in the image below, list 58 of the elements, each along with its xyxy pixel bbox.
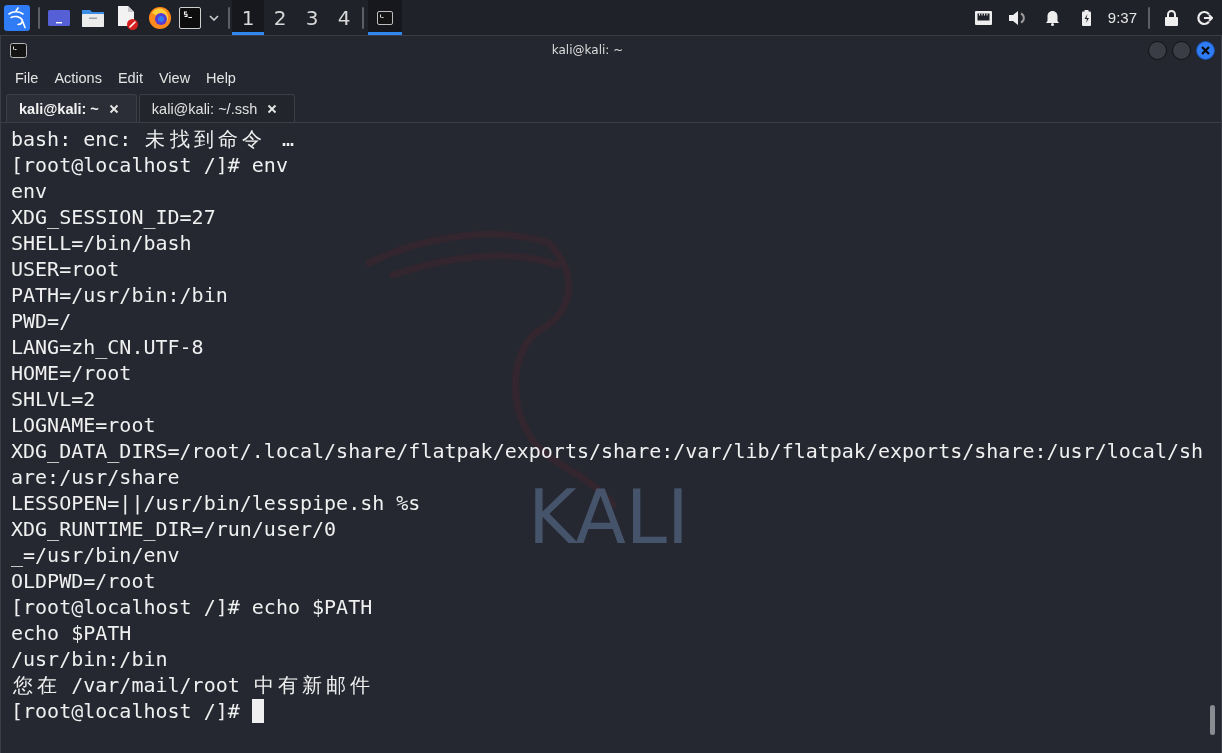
workspace-button[interactable]: 2 [264,0,296,35]
menu-item[interactable]: Edit [117,70,143,86]
wallpaper-logo-text: KALI [528,480,689,554]
window-title: kali@kali: ~ [550,43,625,57]
terminal-line: OLDPWD=/root [11,569,156,593]
terminal-tab[interactable]: kali@kali: ~/.ssh [138,94,296,122]
terminal-line: env [11,179,48,203]
document-icon[interactable] [117,5,138,30]
terminal-line: [root@localhost /]# env [11,153,288,177]
browser-icon[interactable] [149,6,171,29]
terminal-line: SHLVL=2 [11,387,96,411]
terminal-line: echo $PATH [11,621,132,645]
terminal-line: LOGNAME=root [11,413,156,437]
workspace-button[interactable]: 4 [328,0,360,35]
terminal-line: /usr/bin:/bin [11,647,168,671]
dragon-logo-icon[interactable] [4,4,30,31]
terminal-line: XDG_RUNTIME_DIR=/run/user/0 [11,517,337,541]
terminal-line: PATH=/usr/bin:/bin [11,283,228,307]
network-icon[interactable] [974,10,992,25]
close-button[interactable] [1196,40,1215,60]
terminal-line: [root@localhost /]# echo $PATH [11,595,373,619]
terminal-tab[interactable]: kali@kali: ~ [6,94,137,122]
close-icon[interactable] [108,103,119,114]
terminal-line: USER=root [11,257,120,281]
scrollbar-thumb[interactable] [1210,705,1215,735]
terminal-line: LESSOPEN=||/usr/bin/lesspipe.sh %s [11,491,421,515]
lock-icon[interactable] [1165,9,1178,26]
terminal-line: bash: enc: 未找到命令 … [11,127,295,151]
logout-icon[interactable] [1197,9,1213,26]
terminal-line: PWD=/ [11,309,72,333]
close-icon [1201,45,1210,55]
menu-item[interactable]: View [158,70,191,86]
terminal-line: XDG_SESSION_ID=27 [11,205,216,229]
terminal-line: 您在 /var/mail/root 中有新邮件 [12,673,372,697]
folder-icon[interactable] [82,8,104,27]
terminal-line: SHELL=/bin/bash [11,231,192,255]
terminal-line: LANG=zh_CN.UTF-8 [11,335,204,359]
terminal-line: [root@localhost /]# [11,699,240,723]
terminal-icon [377,10,393,25]
menu-item[interactable]: Actions [54,70,102,86]
terminal-line: _=/usr/bin/env [11,543,180,567]
battery-icon[interactable] [1081,9,1091,26]
workspace-button[interactable]: 3 [296,0,328,35]
volume-icon[interactable] [1008,9,1027,26]
menu-item[interactable]: File [15,70,39,86]
close-icon[interactable] [267,103,278,114]
menu-item[interactable]: Help [206,70,236,86]
terminal-line: are:/usr/share [11,465,180,489]
workspace-button[interactable]: 1 [232,0,264,35]
task-button[interactable] [368,0,402,35]
terminal-line: XDG_DATA_DIRS=/root/.local/share/flatpak/exports/share:/var/lib/flatpak/exports/share:/usr/local/sh [11,439,1204,463]
clock[interactable]: 9:37 [1107,9,1137,26]
terminal-icon[interactable] [179,6,201,29]
terminal-icon [10,42,27,58]
terminal-line: HOME=/root [11,361,132,385]
desktop-icon[interactable] [48,9,70,26]
bell-icon[interactable] [1044,9,1060,26]
chevron-down-icon[interactable] [209,14,219,21]
